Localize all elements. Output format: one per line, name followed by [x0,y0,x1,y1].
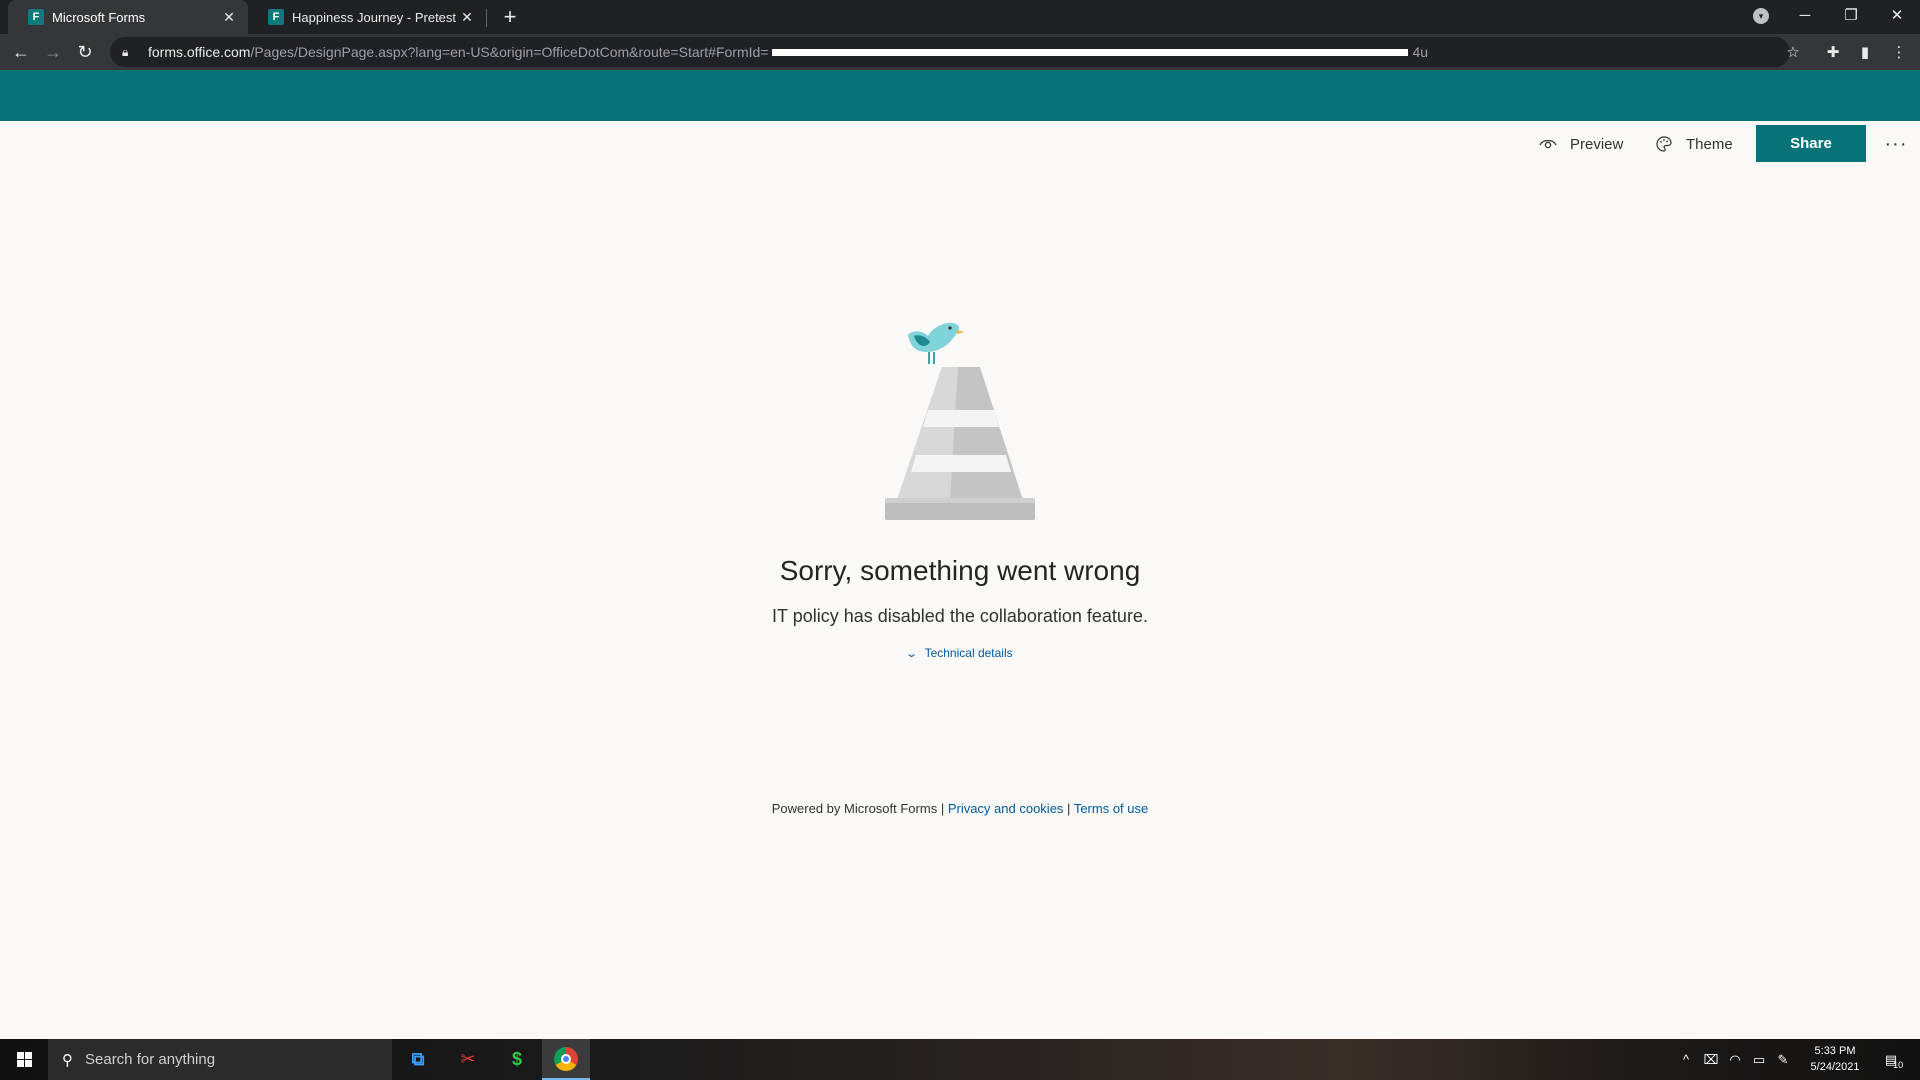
taskbar-app-snip-icon[interactable]: ✂ [444,1039,492,1080]
tab-title: Happiness Journey - Pretest [292,9,457,25]
url-redaction-bar [772,48,1409,56]
reload-icon[interactable]: ↻ [72,39,98,65]
theme-label: Theme [1686,135,1733,153]
taskbar-app-remote-icon[interactable]: ⧉ [394,1039,442,1080]
theme-button[interactable]: Theme [1654,129,1733,159]
extension-icon[interactable]: ▮ [1852,39,1878,65]
taskbar-app-chrome[interactable] [542,1039,590,1080]
tab-separator [486,9,487,27]
forms-app-header [0,70,1920,121]
battery-icon[interactable]: ▭ [1748,1039,1770,1080]
chevron-down-icon: ⌄ [905,647,919,660]
footer-separator: | [937,801,948,816]
forms-favicon-icon: F [28,9,44,25]
search-placeholder: Search for anything [85,1051,216,1068]
clock-date: 5/24/2021 [1810,1061,1860,1073]
new-tab-button[interactable]: + [497,4,523,30]
tab-happiness-journey[interactable]: F Happiness Journey - Pretest ✕ [248,0,486,34]
lock-icon: 🔒︎ [122,44,129,59]
taskbar-app-dollar-icon[interactable]: $ [493,1039,541,1080]
restore-icon[interactable]: ❐ [1828,0,1874,30]
bird-icon [908,322,964,364]
tab-close-icon[interactable]: ✕ [458,8,476,26]
tray-device-icon[interactable]: ⌧ [1700,1039,1722,1080]
eye-icon [1538,134,1558,154]
minimize-icon[interactable]: ─ [1782,0,1828,30]
extensions-puzzle-icon[interactable]: ✚ [1820,39,1846,65]
more-options-icon[interactable]: ··· [1880,130,1912,158]
browser-toolbar: ← → ↻ 🔒︎ forms.office.com /Pages/DesignP… [0,34,1920,70]
preview-label: Preview [1570,135,1624,153]
browser-menu-icon[interactable]: ⋮ [1886,39,1912,65]
tab-search-icon[interactable]: ▾ [1753,8,1769,24]
footer-separator: | [1063,801,1074,816]
tab-close-icon[interactable]: ✕ [220,8,238,26]
pen-icon[interactable]: ✎ [1772,1039,1794,1080]
technical-details-label: Technical details [924,646,1013,660]
terms-link[interactable]: Terms of use [1074,801,1148,816]
powered-by-text: Powered by Microsoft Forms [771,801,938,816]
notification-count: 10 [1893,1059,1904,1070]
windows-taskbar: ⚲ Search for anything ⧉ ✂ $ ^ ⌧ ◠ ▭ ✎ 5:… [0,1039,1920,1080]
error-message: IT policy has disabled the collaboration… [772,606,1148,626]
privacy-link[interactable]: Privacy and cookies [948,801,1064,816]
error-title: Sorry, something went wrong [779,555,1141,586]
bookmark-star-icon[interactable]: ☆ [1780,39,1806,65]
browser-tabstrip: F Microsoft Forms ✕ F Happiness Journey … [0,0,1920,34]
close-window-icon[interactable]: ✕ [1874,0,1920,30]
taskbar-search-box[interactable]: ⚲ Search for anything [48,1039,392,1080]
share-button[interactable]: Share [1756,125,1866,162]
tray-expand-chevron-icon[interactable]: ^ [1676,1039,1696,1080]
page-footer: Powered by Microsoft Forms | Privacy and… [0,801,1920,816]
search-icon: ⚲ [62,1051,73,1069]
url-path: /Pages/DesignPage.aspx?lang=en-US&origin… [250,44,769,60]
forms-favicon-icon: F [268,9,284,25]
windows-logo-icon [16,1052,32,1067]
address-bar[interactable]: 🔒︎ forms.office.com /Pages/DesignPage.as… [110,37,1790,67]
start-button[interactable] [0,1039,48,1080]
chrome-icon [554,1046,578,1071]
tab-title: Microsoft Forms [52,9,146,25]
technical-details-link[interactable]: ⌄ Technical details [0,646,1920,660]
error-illustration [880,310,1040,525]
tab-microsoft-forms[interactable]: F Microsoft Forms ✕ [8,0,248,34]
palette-icon [1654,134,1674,154]
url-tail: 4u [1412,44,1429,60]
url-host: forms.office.com [148,44,251,60]
forward-arrow-icon[interactable]: → [40,39,66,65]
system-clock[interactable]: 5:33 PM 5/24/2021 [1800,1043,1870,1075]
command-bar: Preview Theme [0,121,1920,166]
traffic-cone-icon [885,367,1035,520]
preview-button[interactable]: Preview [1538,129,1623,159]
clock-time: 5:33 PM [1814,1045,1856,1057]
notifications-button[interactable]: ▤ 10 [1878,1039,1910,1080]
back-arrow-icon[interactable]: ← [8,39,34,65]
wifi-icon[interactable]: ◠ [1724,1039,1746,1080]
